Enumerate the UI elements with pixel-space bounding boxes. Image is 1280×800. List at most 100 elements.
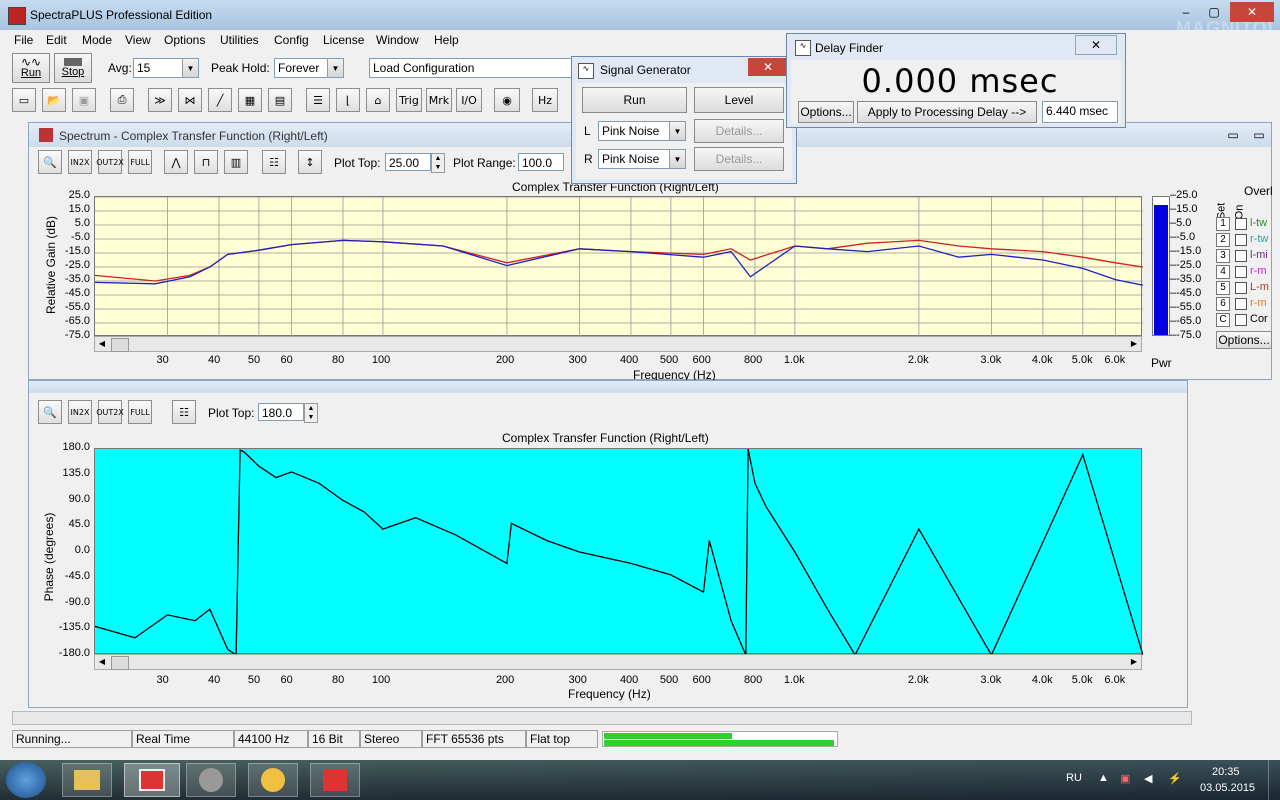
forward-icon[interactable]: ≫ xyxy=(148,88,172,112)
apply-processing-delay-button[interactable]: Apply to Processing Delay --> xyxy=(857,101,1037,123)
spectrum-hscroll[interactable]: ◀ ▶ xyxy=(94,336,1142,352)
overlay-on-checkbox[interactable] xyxy=(1235,266,1247,278)
overlay-set-button[interactable]: 4 xyxy=(1216,265,1230,279)
scroll-right-icon[interactable]: ▶ xyxy=(1127,337,1141,351)
overlay-set-button[interactable]: 6 xyxy=(1216,297,1230,311)
tray-date[interactable]: 03.05.2015 xyxy=(1200,782,1255,794)
delay-options-button[interactable]: Options... xyxy=(798,101,854,123)
stop-button[interactable]: Stop xyxy=(54,53,92,83)
scroll-right-icon[interactable]: ▶ xyxy=(1127,655,1141,669)
tray-language[interactable]: RU xyxy=(1066,772,1082,784)
new-icon[interactable]: ▭ xyxy=(12,88,36,112)
octave-icon[interactable]: ⊓ xyxy=(194,150,218,174)
overlay-on-checkbox[interactable] xyxy=(1235,314,1247,326)
zoom-out-2x-icon[interactable]: OUT2X xyxy=(96,400,124,424)
overlay-on-checkbox[interactable] xyxy=(1235,298,1247,310)
io-button[interactable]: I/O xyxy=(456,88,482,112)
scroll-left-icon[interactable]: ◀ xyxy=(95,655,109,669)
overlay-set-button[interactable]: 2 xyxy=(1216,233,1230,247)
menu-utilities[interactable]: Utilities xyxy=(220,33,259,47)
menu-license[interactable]: License xyxy=(323,33,364,47)
siggen-r-select[interactable]: Pink Noise ▼ xyxy=(598,149,686,169)
phase-hscroll[interactable]: ◀ ▶ xyxy=(94,654,1142,670)
zoom-out-full-icon[interactable]: FULL xyxy=(128,150,152,174)
marker-button[interactable]: Mrk xyxy=(426,88,452,112)
maximize-button[interactable]: ▢ xyxy=(1200,2,1228,22)
tray-volume-icon[interactable]: ◀ xyxy=(1144,772,1152,785)
scale-icon[interactable]: ↕ xyxy=(298,150,322,174)
overlay-on-checkbox[interactable] xyxy=(1235,282,1247,294)
delay-finder-close-button[interactable]: ✕ xyxy=(1075,35,1117,55)
plot-icon[interactable]: ⌊ xyxy=(336,88,360,112)
siggen-l-details-button[interactable]: Details... xyxy=(694,119,784,143)
zoom-in-2x-icon[interactable]: IN2X xyxy=(68,400,92,424)
transfer-icon[interactable]: ⋈ xyxy=(178,88,202,112)
zoom-icon[interactable]: 🔍 xyxy=(38,150,62,174)
processing-delay-field[interactable]: 6.440 msec xyxy=(1042,101,1118,123)
overlay-options-button[interactable]: Options... xyxy=(1216,331,1272,349)
save-icon[interactable]: ▣ xyxy=(72,88,96,112)
close-button[interactable]: ✕ xyxy=(1230,2,1274,22)
phase-plot-area[interactable] xyxy=(94,448,1143,655)
properties-icon[interactable]: ☷ xyxy=(262,150,286,174)
configuration-select[interactable]: Load Configuration xyxy=(369,58,574,78)
menu-config[interactable]: Config xyxy=(274,33,309,47)
spectrum-maximize-button[interactable]: ▭ xyxy=(1245,125,1273,145)
plot-top-spinner[interactable]: ▲ ▼ xyxy=(431,153,445,173)
spectrum-minimize-button[interactable]: ▭ xyxy=(1219,125,1247,145)
phase-plot-top-input[interactable]: 180.0 xyxy=(258,403,304,421)
minimize-button[interactable]: – xyxy=(1172,2,1200,22)
taskbar-explorer-icon[interactable] xyxy=(62,763,112,797)
generator-icon[interactable]: ◉ xyxy=(494,88,520,112)
hz-button[interactable]: Hz xyxy=(532,88,558,112)
scroll-thumb[interactable] xyxy=(111,656,129,670)
zoom-out-full-icon[interactable]: FULL xyxy=(128,400,152,424)
mdi-hscroll[interactable] xyxy=(12,711,1192,725)
peak-icon[interactable]: ⋀ xyxy=(164,150,188,174)
zoom-out-2x-icon[interactable]: OUT2X xyxy=(96,150,124,174)
taskbar-paint-icon[interactable] xyxy=(248,763,298,797)
scroll-thumb[interactable] xyxy=(111,338,129,352)
run-button[interactable]: ∿∿ Run xyxy=(12,53,50,83)
overlay-set-button[interactable]: C xyxy=(1216,313,1230,327)
zoom-icon[interactable]: 🔍 xyxy=(38,400,62,424)
show-desktop-button[interactable] xyxy=(1268,760,1280,800)
spectrogram-icon[interactable]: ▦ xyxy=(238,88,262,112)
siggen-level-button[interactable]: Level xyxy=(694,87,784,113)
menu-help[interactable]: Help xyxy=(434,33,459,47)
siggen-run-button[interactable]: Run xyxy=(582,87,687,113)
menu-mode[interactable]: Mode xyxy=(82,33,112,47)
overlay-set-button[interactable]: 5 xyxy=(1216,281,1230,295)
overlay-on-checkbox[interactable] xyxy=(1235,250,1247,262)
plot-top-input[interactable]: 25.00 xyxy=(385,153,431,171)
avg-select[interactable]: 15 ▼ xyxy=(133,58,199,78)
siggen-l-select[interactable]: Pink Noise ▼ xyxy=(598,121,686,141)
menu-edit[interactable]: Edit xyxy=(46,33,67,47)
scroll-left-icon[interactable]: ◀ xyxy=(95,337,109,351)
3d-icon[interactable]: ▤ xyxy=(268,88,292,112)
menu-options[interactable]: Options xyxy=(164,33,205,47)
properties-icon[interactable]: ☷ xyxy=(172,400,196,424)
taskbar-app-icon[interactable] xyxy=(310,763,360,797)
tray-power-icon[interactable]: ⚡ xyxy=(1168,772,1182,785)
print-icon[interactable]: ⎙ xyxy=(110,88,134,112)
overlay-on-checkbox[interactable] xyxy=(1235,218,1247,230)
bars-icon[interactable]: ▥ xyxy=(224,150,248,174)
overlay-set-button[interactable]: 1 xyxy=(1216,217,1230,231)
phase-plot-top-spinner[interactable]: ▲ ▼ xyxy=(304,403,318,423)
slope-icon[interactable]: ╱ xyxy=(208,88,232,112)
zoom-in-2x-icon[interactable]: IN2X xyxy=(68,150,92,174)
menu-view[interactable]: View xyxy=(125,33,151,47)
report-icon[interactable]: ☰ xyxy=(306,88,330,112)
taskbar-spectraplus-icon[interactable] xyxy=(124,763,180,797)
overlay-set-button[interactable]: 3 xyxy=(1216,249,1230,263)
scope-icon[interactable]: ⌂ xyxy=(366,88,390,112)
spectrum-plot-area[interactable] xyxy=(94,196,1143,337)
trig-button[interactable]: Trig xyxy=(396,88,422,112)
taskbar-media-icon[interactable] xyxy=(186,763,236,797)
open-icon[interactable]: 📂 xyxy=(42,88,66,112)
tray-show-hidden-icon[interactable]: ▲ xyxy=(1098,772,1109,784)
siggen-close-button[interactable]: ✕ xyxy=(748,58,788,76)
overlay-on-checkbox[interactable] xyxy=(1235,234,1247,246)
plot-range-input[interactable]: 100.0 xyxy=(518,153,564,171)
